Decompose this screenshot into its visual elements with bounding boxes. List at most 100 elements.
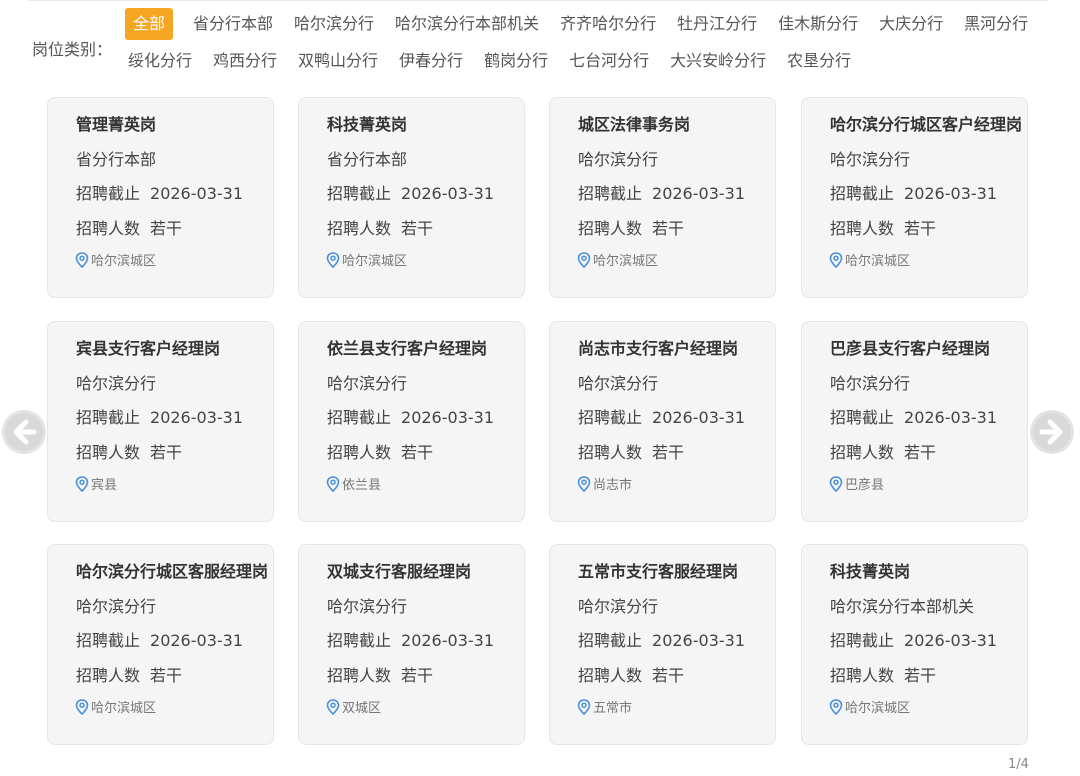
headcount-label: 招聘人数 (830, 443, 895, 462)
filter-label: 岗位类别： (32, 40, 113, 59)
job-card[interactable]: 尚志市支行客户经理岗 哈尔滨分行 招聘截止 2026-03-31 招聘人数 若干 尚志市 (549, 321, 776, 522)
job-deadline: 招聘截止 2026-03-31 (830, 404, 997, 428)
arrow-left-icon (5, 413, 43, 451)
headcount-label: 招聘人数 (327, 666, 392, 685)
map-pin-icon (326, 475, 340, 492)
headcount-value: 若干 (652, 443, 685, 462)
filter-chip[interactable]: 绥化分行 (118, 45, 202, 77)
headcount-label: 招聘人数 (76, 666, 141, 685)
location-text: 哈尔滨城区 (342, 254, 408, 269)
job-card[interactable]: 巴彦县支行客户经理岗 哈尔滨分行 招聘截止 2026-03-31 招聘人数 若干 巴彦县 (801, 321, 1028, 522)
filter-chip[interactable]: 全部 (125, 8, 174, 40)
filter-chip[interactable]: 佳木斯分行 (768, 8, 868, 40)
job-location: 哈尔滨城区 (829, 250, 910, 269)
filter-chip[interactable]: 鹤岗分行 (474, 45, 558, 77)
filter-chip[interactable]: 省分行本部 (183, 8, 283, 40)
filter-chip[interactable]: 齐齐哈尔分行 (550, 8, 666, 40)
job-headcount: 招聘人数 若干 (830, 662, 936, 686)
job-title: 管理菁英岗 (76, 115, 157, 134)
job-title: 五常市支行客服经理岗 (578, 562, 739, 581)
next-page-button[interactable] (1030, 410, 1074, 454)
deadline-value: 2026-03-31 (904, 184, 997, 203)
deadline-value: 2026-03-31 (652, 184, 745, 203)
location-text: 宾县 (91, 478, 118, 493)
job-headcount: 招聘人数 若干 (327, 439, 433, 463)
job-card[interactable]: 哈尔滨分行城区客服经理岗 哈尔滨分行 招聘截止 2026-03-31 招聘人数 若干 哈尔滨… (47, 544, 274, 745)
headcount-value: 若干 (652, 219, 685, 238)
headcount-label: 招聘人数 (578, 666, 643, 685)
location-text: 哈尔滨城区 (845, 254, 911, 269)
job-deadline: 招聘截止 2026-03-31 (578, 627, 745, 651)
filter-chip[interactable]: 大庆分行 (869, 8, 953, 40)
job-title: 巴彦县支行客户经理岗 (830, 339, 991, 358)
filter-chip[interactable]: 牡丹江分行 (667, 8, 767, 40)
location-text: 尚志市 (593, 478, 633, 493)
filter-chip[interactable]: 大兴安岭分行 (660, 45, 776, 77)
deadline-label: 招聘截止 (830, 408, 895, 427)
job-department: 省分行本部 (327, 150, 408, 169)
filter-chip[interactable]: 哈尔滨分行 (284, 8, 384, 40)
job-department: 哈尔滨分行 (578, 374, 659, 393)
deadline-value: 2026-03-31 (401, 408, 494, 427)
job-title: 哈尔滨分行城区客户经理岗 (830, 115, 1023, 134)
job-department: 哈尔滨分行 (578, 150, 659, 169)
filter-chip[interactable]: 黑河分行 (954, 8, 1038, 40)
map-pin-icon (75, 251, 89, 268)
job-department: 哈尔滨分行 (327, 374, 408, 393)
top-divider (28, 0, 1048, 1)
job-location: 哈尔滨城区 (577, 250, 658, 269)
filter-chip[interactable]: 哈尔滨分行本部机关 (385, 8, 549, 40)
job-department: 哈尔滨分行 (830, 374, 911, 393)
headcount-value: 若干 (904, 443, 937, 462)
job-card[interactable]: 五常市支行客服经理岗 哈尔滨分行 招聘截止 2026-03-31 招聘人数 若干 五常市 (549, 544, 776, 745)
job-deadline: 招聘截止 2026-03-31 (327, 627, 494, 651)
location-text: 五常市 (593, 701, 633, 716)
deadline-value: 2026-03-31 (652, 631, 745, 650)
job-title: 依兰县支行客户经理岗 (327, 339, 488, 358)
job-card[interactable]: 宾县支行客户经理岗 哈尔滨分行 招聘截止 2026-03-31 招聘人数 若干 宾县 (47, 321, 274, 522)
deadline-label: 招聘截止 (76, 408, 141, 427)
job-card[interactable]: 双城支行客服经理岗 哈尔滨分行 招聘截止 2026-03-31 招聘人数 若干 双城区 (298, 544, 525, 745)
job-location: 依兰县 (326, 474, 381, 493)
job-location: 哈尔滨城区 (75, 697, 156, 716)
job-title: 宾县支行客户经理岗 (76, 339, 221, 358)
deadline-value: 2026-03-31 (401, 631, 494, 650)
filter-chip[interactable]: 农垦分行 (777, 45, 861, 77)
job-card[interactable]: 管理菁英岗 省分行本部 招聘截止 2026-03-31 招聘人数 若干 哈尔滨城区 (47, 97, 274, 298)
job-headcount: 招聘人数 若干 (578, 439, 684, 463)
headcount-value: 若干 (150, 666, 183, 685)
map-pin-icon (75, 698, 89, 715)
deadline-label: 招聘截止 (327, 184, 392, 203)
headcount-value: 若干 (401, 443, 434, 462)
headcount-label: 招聘人数 (327, 443, 392, 462)
headcount-label: 招聘人数 (830, 666, 895, 685)
map-pin-icon (326, 698, 340, 715)
job-location: 双城区 (326, 697, 381, 716)
job-headcount: 招聘人数 若干 (327, 662, 433, 686)
job-location: 哈尔滨城区 (326, 250, 407, 269)
job-title: 尚志市支行客户经理岗 (578, 339, 739, 358)
job-headcount: 招聘人数 若干 (830, 439, 936, 463)
location-text: 哈尔滨城区 (845, 701, 911, 716)
location-text: 双城区 (342, 701, 382, 716)
headcount-value: 若干 (904, 666, 937, 685)
job-card[interactable]: 科技菁英岗 省分行本部 招聘截止 2026-03-31 招聘人数 若干 哈尔滨城区 (298, 97, 525, 298)
job-headcount: 招聘人数 若干 (76, 439, 182, 463)
job-card[interactable]: 依兰县支行客户经理岗 哈尔滨分行 招聘截止 2026-03-31 招聘人数 若干 依兰县 (298, 321, 525, 522)
job-card[interactable]: 哈尔滨分行城区客户经理岗 哈尔滨分行 招聘截止 2026-03-31 招聘人数 若干 哈尔滨… (801, 97, 1028, 298)
job-card[interactable]: 科技菁英岗 哈尔滨分行本部机关 招聘截止 2026-03-31 招聘人数 若干 哈尔滨城区 (801, 544, 1028, 745)
headcount-label: 招聘人数 (76, 443, 141, 462)
prev-page-button[interactable] (2, 410, 46, 454)
deadline-value: 2026-03-31 (150, 631, 243, 650)
headcount-value: 若干 (904, 219, 937, 238)
map-pin-icon (577, 251, 591, 268)
filter-chip[interactable]: 鸡西分行 (203, 45, 287, 77)
filter-chip[interactable]: 七台河分行 (559, 45, 659, 77)
job-department: 哈尔滨分行 (327, 597, 408, 616)
job-department: 哈尔滨分行本部机关 (830, 597, 975, 616)
deadline-label: 招聘截止 (76, 631, 141, 650)
filter-chip[interactable]: 双鸭山分行 (288, 45, 388, 77)
filter-chip[interactable]: 伊春分行 (389, 45, 473, 77)
map-pin-icon (829, 251, 843, 268)
job-card[interactable]: 城区法律事务岗 哈尔滨分行 招聘截止 2026-03-31 招聘人数 若干 哈尔滨城区 (549, 97, 776, 298)
